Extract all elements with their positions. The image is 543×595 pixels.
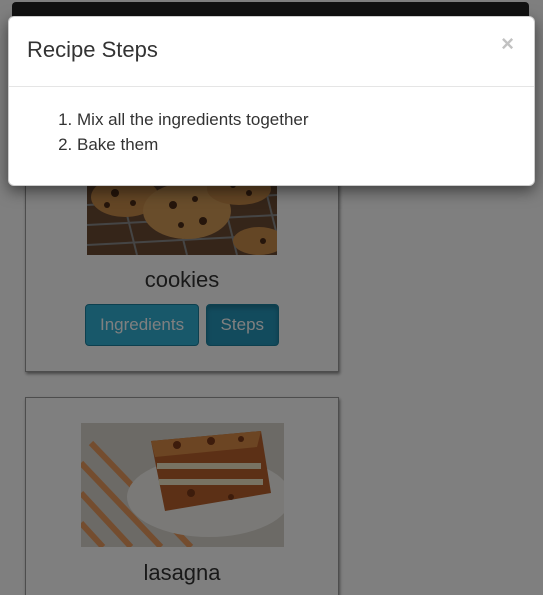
modal-header: Recipe Steps × [9,17,534,87]
close-icon[interactable]: × [501,33,514,55]
step-item: Bake them [77,132,534,157]
modal-title: Recipe Steps [27,37,158,62]
recipe-steps-modal: Recipe Steps × Mix all the ingredients t… [8,16,535,186]
modal-body: Mix all the ingredients together Bake th… [9,87,534,157]
steps-list: Mix all the ingredients together Bake th… [57,107,534,157]
step-item: Mix all the ingredients together [77,107,534,132]
